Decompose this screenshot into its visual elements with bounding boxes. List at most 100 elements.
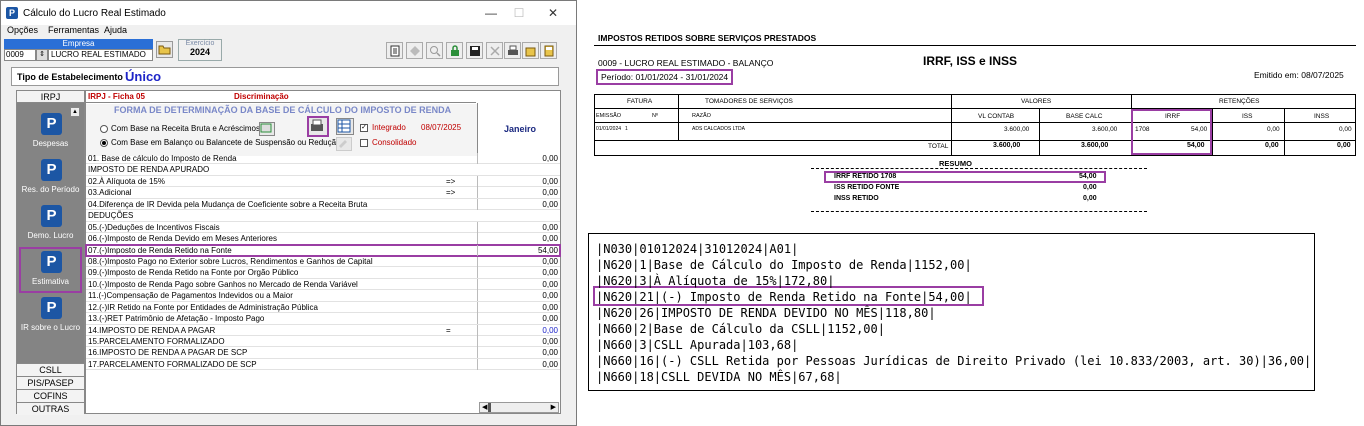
tab-outras[interactable]: OUTRAS [17, 402, 84, 415]
receita-calc-button[interactable] [259, 122, 275, 136]
table-row[interactable]: 17.PARCELAMENTO FORMALIZADO DE SCP 0,00 [86, 358, 561, 371]
tab-cofins[interactable]: COFINS [17, 389, 84, 402]
resumo-block: IRRF RETIDO 1708 54,00 ISS RETIDO FONTE … [811, 167, 1147, 215]
row-value[interactable]: 0,00 [477, 290, 561, 302]
dashed-line [811, 168, 1147, 169]
table-row[interactable]: 14.IMPOSTO DE RENDA A PAGAR = 0,00 [86, 324, 561, 336]
row-value[interactable]: 0,00 [477, 313, 561, 325]
exercicio-box[interactable]: Exercício 2024 [178, 39, 222, 61]
row-value[interactable]: 0,00 [477, 267, 561, 279]
ficha-rows: 01. Base de cálculo do Imposto de Renda 0… [85, 153, 561, 371]
row-value[interactable]: 0,00 [477, 187, 561, 199]
table-row[interactable]: 06.(-)Imposto de Renda Devido em Meses A… [86, 233, 561, 245]
row-value[interactable]: 0,00 [477, 233, 561, 245]
x-icon [490, 46, 500, 56]
lock-button[interactable] [446, 42, 463, 59]
resumo-value: 0,00 [1083, 195, 1097, 202]
sidebar-item-ir-lucro[interactable]: P IR sobre o Lucro [19, 297, 82, 341]
table-row[interactable]: 01. Base de cálculo do Imposto de Renda 0… [86, 153, 561, 165]
maximize-button[interactable]: ☐ [509, 5, 529, 21]
close-button[interactable]: ✕ [543, 5, 563, 21]
row-value[interactable]: 0,00 [477, 347, 561, 359]
floppy-icon [470, 46, 480, 56]
row-value[interactable]: 0,00 [477, 153, 561, 164]
table-row[interactable]: 11.(-)Compensação de Pagamentos Indevido… [86, 290, 561, 302]
empresa-spin-icon[interactable]: ⇕ [36, 49, 48, 61]
irrf-report: IMPOSTOS RETIDOS SOBRE SERVIÇOS PRESTADO… [589, 22, 1360, 217]
document-icon [390, 45, 400, 57]
diamond-button[interactable] [406, 42, 423, 59]
open-folder-button[interactable] [156, 41, 173, 58]
row-value[interactable]: 0,00 [477, 336, 561, 347]
tab-pis-pasep[interactable]: PIS/PASEP [17, 376, 84, 389]
row-label: 01. Base de cálculo do Imposto de Renda [88, 154, 237, 163]
total-label: TOTAL [928, 143, 949, 150]
row-value[interactable]: 0,00 [477, 301, 561, 313]
calc-button[interactable] [540, 42, 557, 59]
scroll-left-icon[interactable]: ◀ [482, 403, 487, 411]
resumo-value: 0,00 [1083, 184, 1097, 191]
window-title: Cálculo do Lucro Real Estimado [23, 8, 166, 19]
consolidado-checkbox[interactable] [360, 139, 368, 147]
row-value[interactable]: 0,00 [477, 358, 561, 370]
table-row[interactable]: 03.Adicional => 0,00 [86, 187, 561, 199]
print-button[interactable] [504, 42, 521, 59]
save-button[interactable] [466, 42, 483, 59]
row-value[interactable]: 0,00 [477, 324, 561, 336]
menu-opcoes[interactable]: Opções [7, 25, 38, 35]
table-row[interactable]: 08.(-)Imposto Pago no Exterior sobre Luc… [86, 255, 561, 268]
menu-ferramentas[interactable]: Ferramentas [48, 25, 99, 35]
cancel-button[interactable] [486, 42, 503, 59]
row-mark: = [446, 325, 451, 335]
search-button[interactable] [426, 42, 443, 59]
row-value[interactable]: 0,00 [477, 175, 561, 187]
empresa-name-field[interactable]: LUCRO REAL ESTIMADO [48, 49, 153, 61]
balanco-edit-button[interactable] [336, 137, 352, 151]
integrado-checkbox[interactable]: ✓ [360, 124, 368, 132]
scroll-right-icon[interactable]: ▶ [551, 403, 556, 411]
balanco-table-button[interactable] [336, 118, 354, 135]
sidebar-item-despesas[interactable]: P Despesas [19, 113, 82, 157]
row-label: 12.(-)IR Retido na Fonte por Entidades d… [88, 302, 318, 312]
row-value[interactable]: 0,00 [477, 198, 561, 210]
sidebar-item-demo-lucro[interactable]: P Demo. Lucro [19, 205, 82, 249]
radio-receita-bruta[interactable] [100, 125, 108, 133]
balanco-open-button[interactable] [307, 116, 329, 137]
table-icon [337, 119, 351, 133]
sidebar-item-label: Estimativa [32, 277, 69, 286]
export-button[interactable] [522, 42, 539, 59]
row-label: IMPOSTO DE RENDA APURADO [88, 165, 210, 175]
sped-line: |N620|1|Base de Cálculo do Imposto de Re… [596, 258, 972, 272]
table-row[interactable]: 02.À Alíquota de 15% => 0,00 [86, 175, 561, 188]
sidebar-item-estimativa[interactable]: P Estimativa [19, 247, 82, 293]
radio-balanco[interactable] [100, 139, 108, 147]
horizontal-scrollbar[interactable]: ◀ ▶ [479, 402, 559, 413]
sidebar-item-res-periodo[interactable]: P Res. do Período [19, 159, 82, 203]
row-value[interactable]: 0,00 [477, 278, 561, 290]
table-row[interactable]: 15.PARCELAMENTO FORMALIZADO 0,00 [86, 336, 561, 348]
tab-csll[interactable]: CSLL [17, 363, 84, 376]
document-button[interactable] [386, 42, 403, 59]
grid-line [678, 95, 679, 140]
table-row[interactable]: 04.Diferença de IR Devida pela Mudança d… [86, 198, 561, 211]
table-row[interactable]: 05.(-)Deduções de Incentivos Fiscais 0,00 [86, 221, 561, 234]
row-label: DEDUÇÕES [88, 211, 134, 221]
table-row[interactable]: 12.(-)IR Retido na Fonte por Entidades d… [86, 301, 561, 314]
row-value[interactable]: 0,00 [477, 255, 561, 267]
table-row-irrf-highlighted[interactable]: 07.(-)Imposto de Renda Retido na Fonte 54… [85, 243, 561, 257]
menu-ajuda[interactable]: Ajuda [104, 25, 127, 35]
scroll-thumb[interactable] [488, 403, 491, 412]
grid-line [595, 140, 1355, 141]
forma-title: FORMA DE DETERMINAÇÃO DA BASE DE CÁLCULO… [114, 105, 452, 115]
table-row[interactable]: 16.IMPOSTO DE RENDA A PAGAR DE SCP 0,00 [86, 347, 561, 359]
empresa-code-field[interactable]: 0009 [4, 49, 36, 61]
report-emitido: Emitido em: 08/07/2025 [1254, 70, 1344, 80]
table-row[interactable]: 13.(-)RET Patrimônio de Afetação - Impos… [86, 313, 561, 325]
row-value[interactable]: 54,00 [477, 244, 561, 256]
minimize-button[interactable]: — [481, 5, 501, 21]
row-value[interactable]: 0,00 [477, 221, 561, 233]
report-table: FATURA TOMADORES DE SERVIÇOS VALORES RET… [594, 94, 1356, 156]
table-row[interactable]: 10.(-)Imposto de Renda Pago sobre Ganhos… [86, 278, 561, 291]
table-row[interactable]: 09.(-)Imposto de Renda Retido na Fonte p… [86, 267, 561, 279]
tab-irpj[interactable]: IRPJ [17, 91, 84, 103]
